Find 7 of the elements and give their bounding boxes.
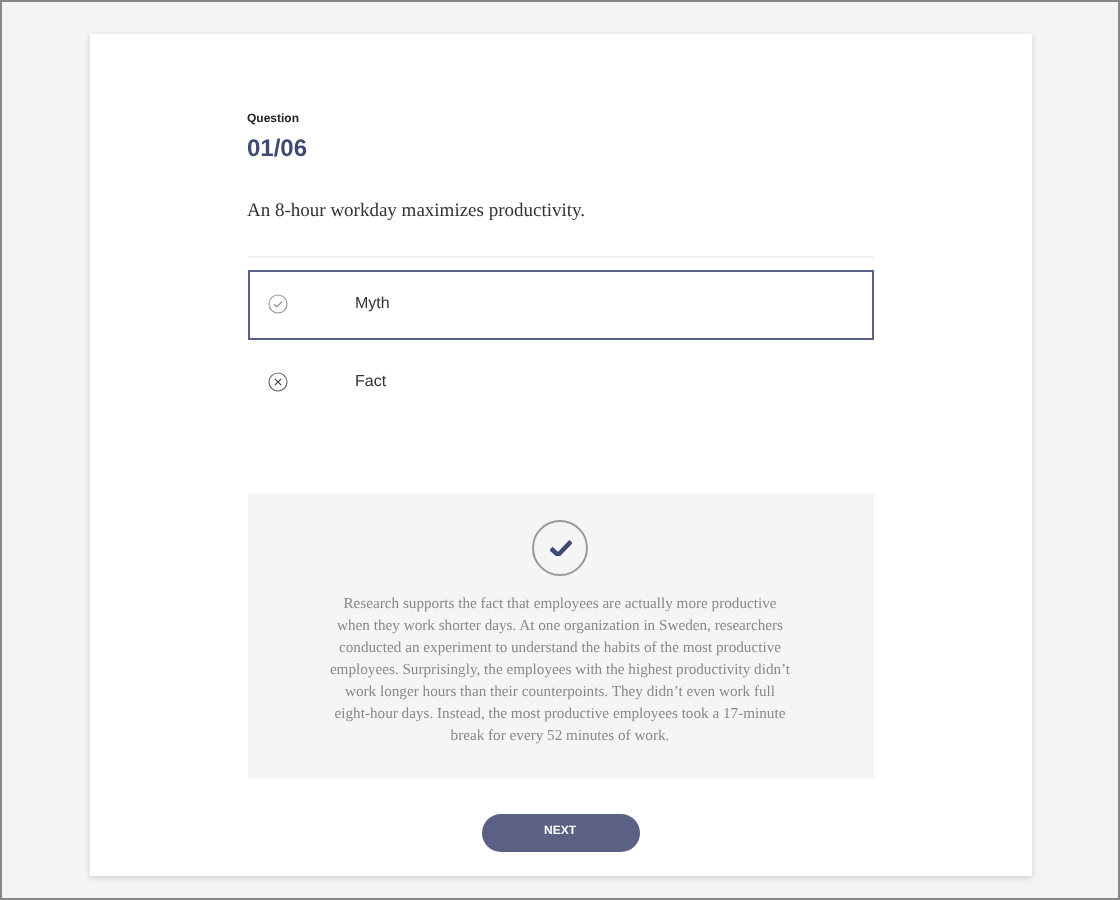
question-text: An 8-hour workday maximizes productivity. <box>247 204 588 223</box>
close-icon <box>267 372 287 392</box>
answer-option[interactable]: Fact <box>247 347 873 417</box>
check-icon <box>267 294 287 314</box>
answer-option[interactable]: Myth <box>247 269 873 339</box>
check-icon <box>549 539 571 555</box>
question-number: 01/06 <box>247 136 310 160</box>
